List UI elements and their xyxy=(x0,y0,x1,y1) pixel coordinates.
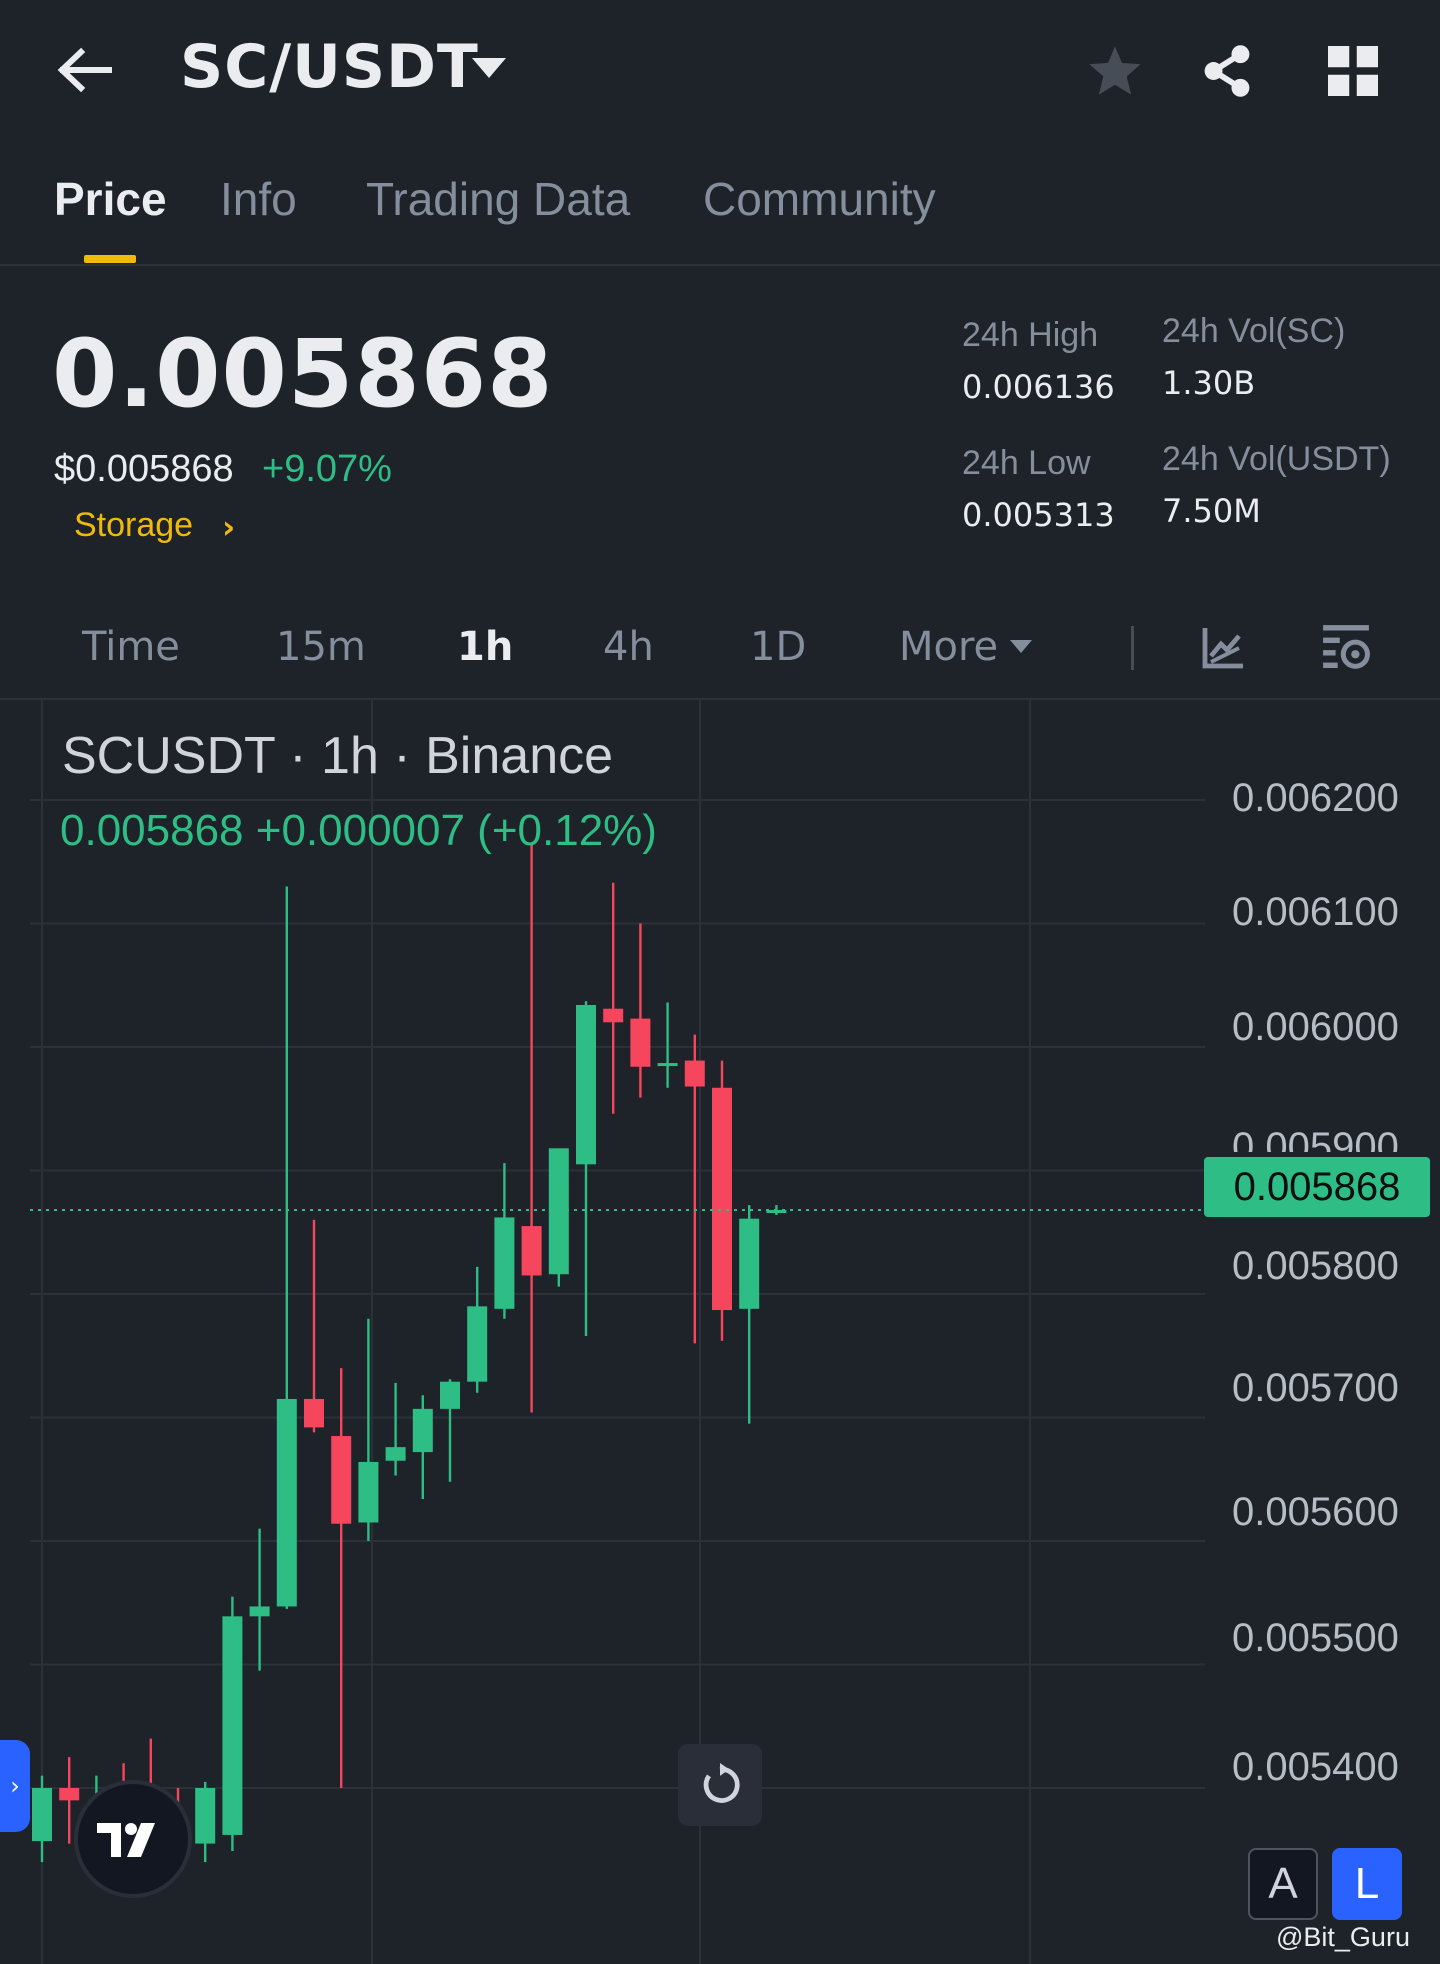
tradingview-logo[interactable] xyxy=(74,1780,192,1898)
candle-body xyxy=(385,1447,406,1461)
y-axis-tick: 0.005600 xyxy=(1232,1490,1399,1534)
top-bar: SC/USDT xyxy=(0,0,1440,140)
chevron-right-icon[interactable]: › xyxy=(222,508,235,546)
y-axis-tick: 0.006100 xyxy=(1232,890,1399,934)
candle-body xyxy=(304,1398,324,1428)
chart-ohlc-change: 0.005868 +0.000007 (+0.12%) xyxy=(60,806,657,855)
interval-bar: Time 15m 1h 4h 1D More xyxy=(0,600,1440,700)
candle-body xyxy=(739,1218,760,1309)
chart-symbol-title: SCUSDT · 1h · Binance xyxy=(62,727,614,785)
interval-1d[interactable]: 1D xyxy=(750,624,806,670)
divider xyxy=(1131,626,1134,670)
chevron-right-icon: › xyxy=(10,1772,20,1800)
high-value: 0.006136 xyxy=(962,368,1115,406)
vol-quote-label: 24h Vol(USDT) xyxy=(1162,440,1391,478)
chevron-down-icon[interactable] xyxy=(472,58,506,78)
candle-body xyxy=(657,1063,678,1067)
candle-body xyxy=(276,1398,297,1607)
candle-body xyxy=(467,1306,488,1382)
y-axis-tick: 0.005500 xyxy=(1232,1616,1399,1660)
candle-body xyxy=(630,1018,651,1067)
watermark: @Bit_Guru xyxy=(1276,1922,1410,1952)
vol-base-value: 1.30B xyxy=(1162,364,1256,402)
chart-settings-button[interactable] xyxy=(1316,618,1376,678)
tab-community[interactable]: Community xyxy=(703,172,936,226)
usd-price: $0.005868 xyxy=(54,448,234,490)
chart-indicator-icon xyxy=(1202,628,1243,669)
interval-1h[interactable]: 1h xyxy=(457,624,513,670)
y-axis-tick: 0.005800 xyxy=(1232,1244,1399,1288)
low-value: 0.005313 xyxy=(962,496,1115,534)
star-icon xyxy=(1089,46,1141,95)
interval-15m[interactable]: 15m xyxy=(276,624,366,670)
candle-body xyxy=(548,1148,569,1275)
drawing-toolbar-toggle[interactable]: › xyxy=(0,1740,30,1832)
vol-quote-value: 7.50M xyxy=(1162,492,1261,530)
candle-body xyxy=(684,1060,705,1087)
back-button[interactable] xyxy=(55,40,125,100)
interval-time[interactable]: Time xyxy=(82,624,180,670)
tab-price[interactable]: Price xyxy=(54,172,167,226)
candle-body xyxy=(412,1408,433,1453)
candle-body xyxy=(32,1788,52,1842)
interval-4h[interactable]: 4h xyxy=(603,624,654,670)
interval-more[interactable]: More xyxy=(899,624,998,670)
layout-button[interactable] xyxy=(1318,36,1388,106)
y-axis-tick: 0.005700 xyxy=(1232,1366,1399,1410)
candle-body xyxy=(603,1008,624,1023)
chart-settings-icon xyxy=(1323,625,1370,669)
caret-down-icon[interactable] xyxy=(1010,640,1032,653)
current-price-label: 0.005868 xyxy=(1204,1157,1430,1217)
section-tabs: Price Info Trading Data Community xyxy=(0,160,1440,266)
grid-icon xyxy=(1328,46,1378,96)
share-button[interactable] xyxy=(1192,36,1262,106)
high-label: 24h High xyxy=(962,316,1099,354)
pair-title[interactable]: SC/USDT xyxy=(180,32,479,102)
vol-base-label: 24h Vol(SC) xyxy=(1162,312,1346,350)
tab-trading-data[interactable]: Trading Data xyxy=(366,172,630,226)
candle-body xyxy=(331,1436,352,1524)
candle-body xyxy=(358,1461,379,1523)
last-price: 0.005868 xyxy=(52,320,554,429)
refresh-icon xyxy=(703,1763,740,1803)
category-tag-link[interactable]: Storage xyxy=(74,506,193,545)
active-tab-indicator xyxy=(84,255,136,263)
tab-info[interactable]: Info xyxy=(220,172,297,226)
auto-scale-button[interactable]: A xyxy=(1248,1848,1318,1920)
log-scale-button[interactable]: L xyxy=(1332,1848,1402,1920)
share-icon xyxy=(1204,45,1250,97)
back-arrow-icon xyxy=(57,47,112,93)
candle-body xyxy=(59,1788,80,1801)
candle-body xyxy=(222,1616,243,1835)
candle-body xyxy=(249,1606,270,1617)
candle-body xyxy=(440,1381,460,1409)
candle-body xyxy=(195,1788,216,1844)
candle-body xyxy=(521,1226,542,1276)
reset-chart-button[interactable] xyxy=(678,1744,762,1826)
y-axis-tick: 0.006200 xyxy=(1232,776,1399,820)
change-percent: +9.07% xyxy=(262,448,392,490)
candle-body xyxy=(712,1087,732,1311)
y-axis-tick: 0.005400 xyxy=(1232,1745,1399,1789)
low-label: 24h Low xyxy=(962,444,1091,482)
tradingview-logo-icon xyxy=(97,1823,155,1857)
indicators-button[interactable] xyxy=(1193,618,1253,678)
candle-body xyxy=(576,1005,596,1165)
candle-body xyxy=(494,1217,515,1309)
y-axis-tick: 0.006000 xyxy=(1232,1005,1399,1049)
favorite-button[interactable] xyxy=(1080,36,1150,106)
